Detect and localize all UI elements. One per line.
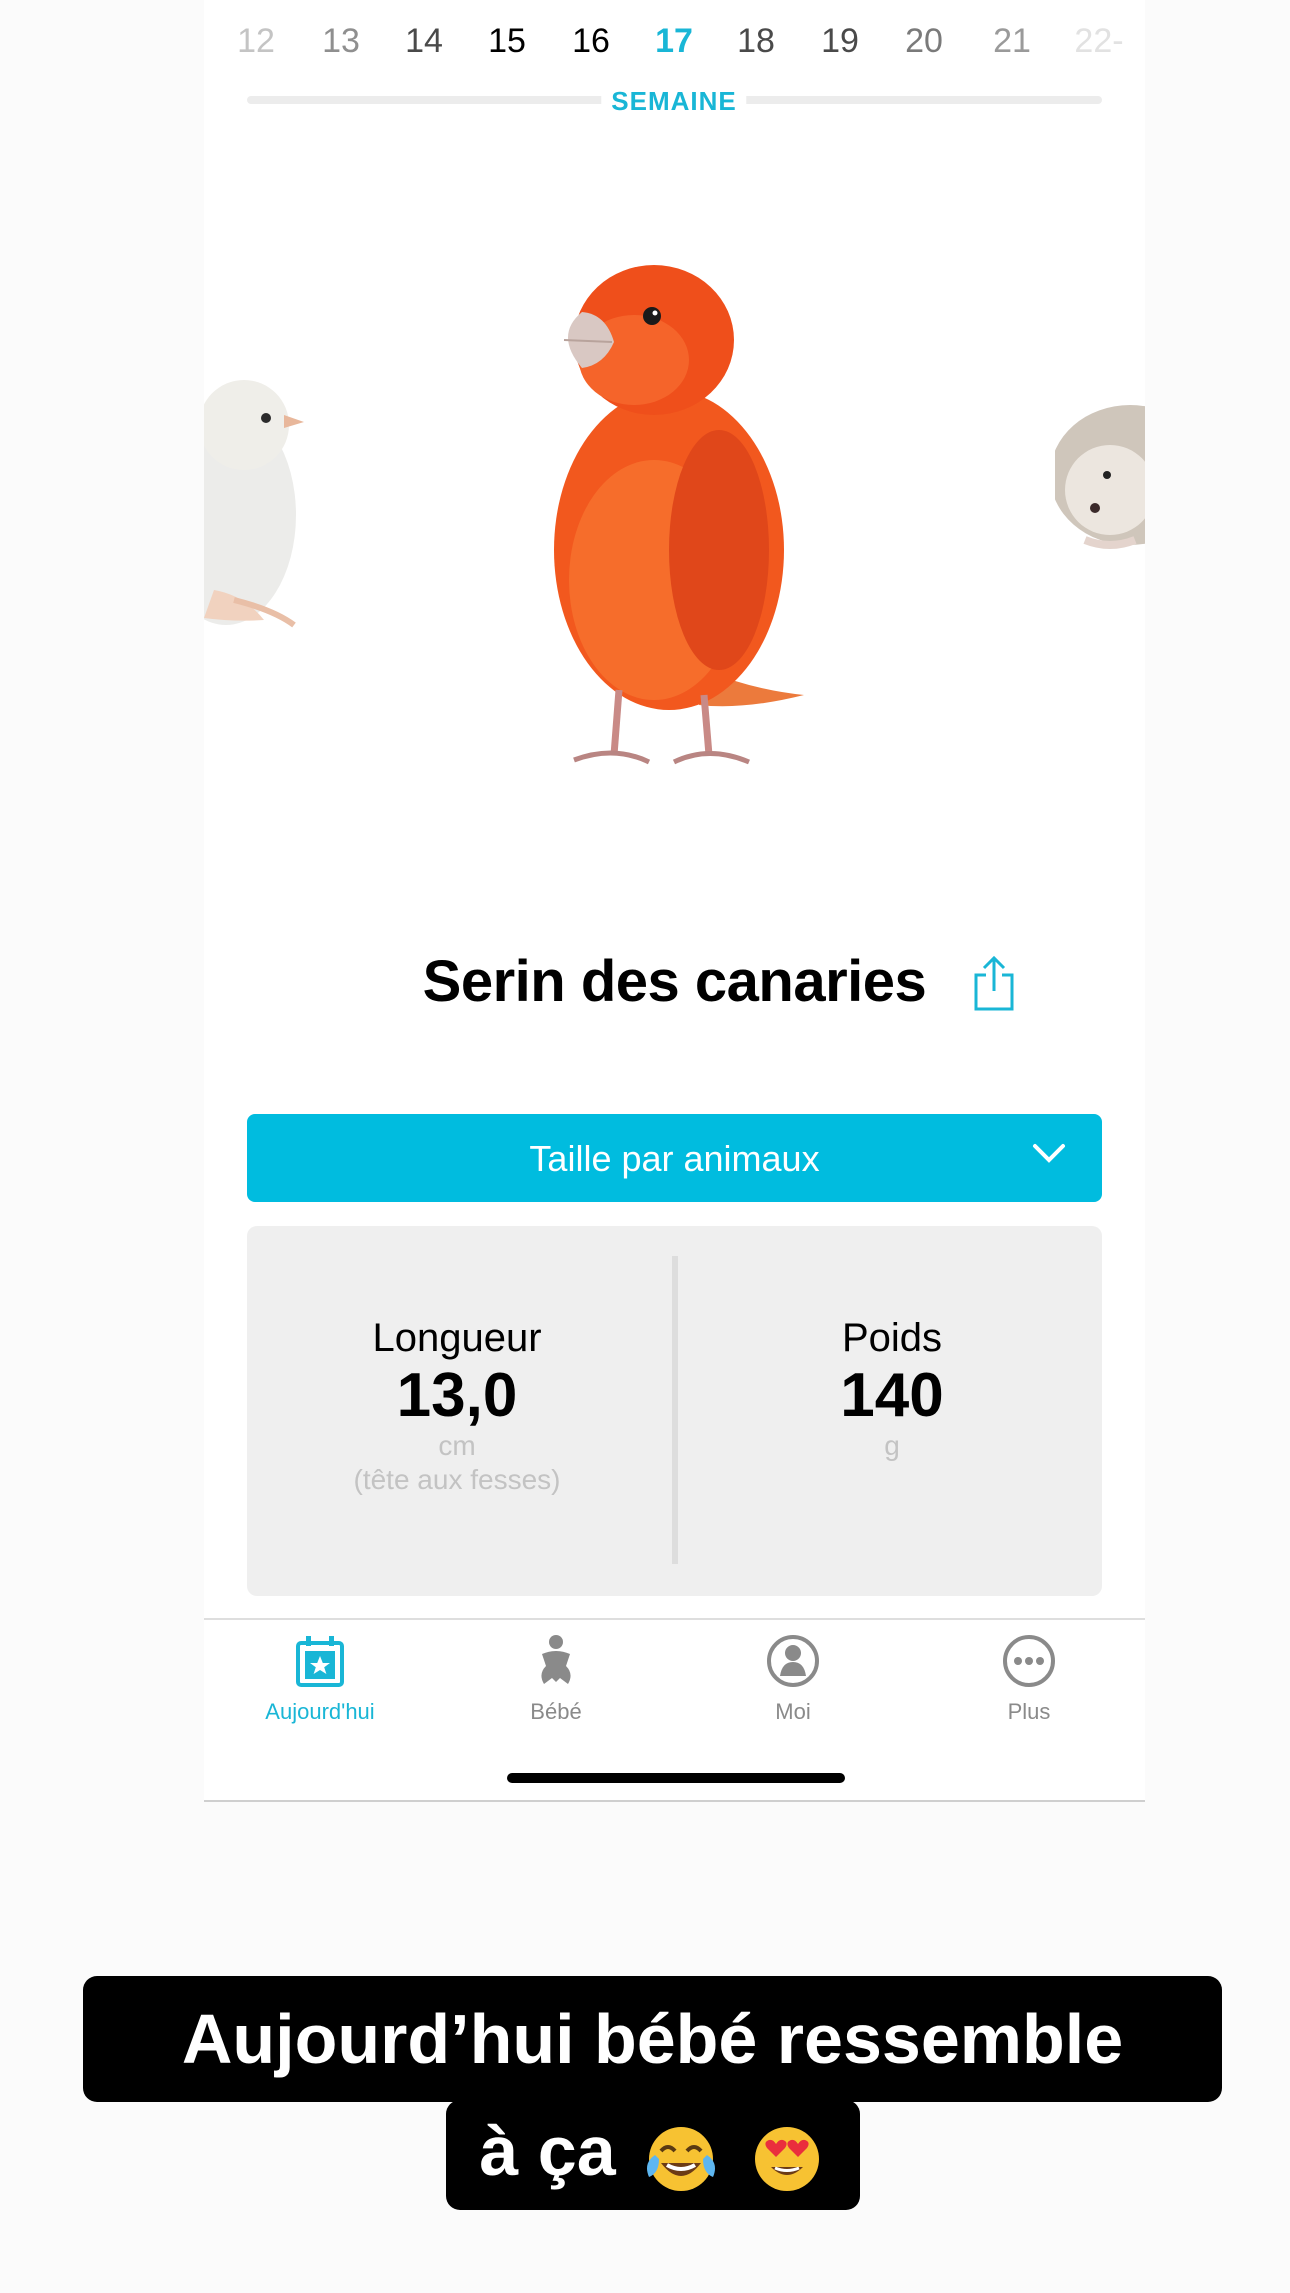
caption-line-2: à ça — [446, 2100, 860, 2210]
tab-label: Moi — [775, 1699, 811, 1724]
calendar-star-icon — [296, 1636, 344, 1687]
caption-text: à ça — [479, 2112, 616, 2190]
tab-today[interactable]: Aujourd'hui — [240, 1634, 400, 1725]
baby-icon — [541, 1635, 571, 1684]
week-item[interactable]: 15 — [488, 22, 526, 61]
week-item[interactable]: 13 — [322, 22, 360, 61]
weight-label: Poids — [841, 1316, 943, 1360]
week-item[interactable]: 20 — [905, 22, 943, 61]
tears-of-joy-emoji-icon — [647, 2126, 716, 2191]
weight-value: 140 — [840, 1361, 944, 1430]
week-item[interactable]: 12 — [237, 22, 275, 61]
tab-label: Plus — [1007, 1699, 1051, 1724]
week-item[interactable]: 14 — [405, 22, 443, 61]
chick-image — [204, 380, 304, 628]
dropdown-label: Taille par animaux — [529, 1138, 820, 1179]
length-note: (tête aux fesses) — [353, 1464, 561, 1496]
week-item[interactable]: 18 — [737, 22, 775, 61]
length-value: 13,0 — [396, 1361, 518, 1430]
heart-eyes-emoji-icon — [754, 2126, 819, 2191]
tab-more[interactable]: Plus — [949, 1634, 1109, 1725]
weight-unit: g — [884, 1430, 900, 1462]
week-item-active[interactable]: 17 — [655, 22, 693, 61]
stats-card: Longueur 13,0 cm (tête aux fesses) Poids… — [247, 1226, 1102, 1596]
home-indicator — [507, 1773, 845, 1783]
weight-stat: Poids 140 g — [682, 1316, 1102, 1462]
length-stat: Longueur 13,0 cm (tête aux fesses) — [247, 1316, 667, 1496]
tab-baby[interactable]: Bébé — [476, 1634, 636, 1725]
screenshot-edge — [204, 1800, 1145, 1802]
tab-bar-divider — [204, 1618, 1145, 1620]
week-label: SEMAINE — [601, 86, 747, 117]
hedgehog-image — [1055, 405, 1145, 549]
share-icon[interactable] — [972, 955, 1016, 1013]
stats-divider — [672, 1256, 678, 1564]
bell-person-icon — [767, 1635, 819, 1687]
tab-me[interactable]: Moi — [713, 1634, 873, 1725]
week-item[interactable]: 19 — [821, 22, 859, 61]
more-dots-icon — [1003, 1635, 1055, 1687]
week-item[interactable]: 22- — [1074, 22, 1123, 61]
canary-image — [554, 265, 804, 765]
length-unit: cm — [438, 1430, 476, 1462]
week-selector[interactable]: 12 13 14 15 16 17 18 19 20 21 22- — [204, 22, 1145, 76]
tab-label: Aujourd'hui — [265, 1699, 375, 1724]
week-item[interactable]: 16 — [572, 22, 610, 61]
caption-line-1: Aujourd’hui bébé ressemble — [83, 1976, 1222, 2102]
tab-label: Bébé — [530, 1699, 582, 1724]
week-item[interactable]: 21 — [993, 22, 1031, 61]
app-screen: 12 13 14 15 16 17 18 19 20 21 22- SEMAIN… — [204, 0, 1145, 1800]
length-label: Longueur — [372, 1316, 542, 1360]
size-dropdown[interactable]: Taille par animaux — [247, 1114, 1102, 1202]
chevron-down-icon — [1033, 1144, 1065, 1163]
